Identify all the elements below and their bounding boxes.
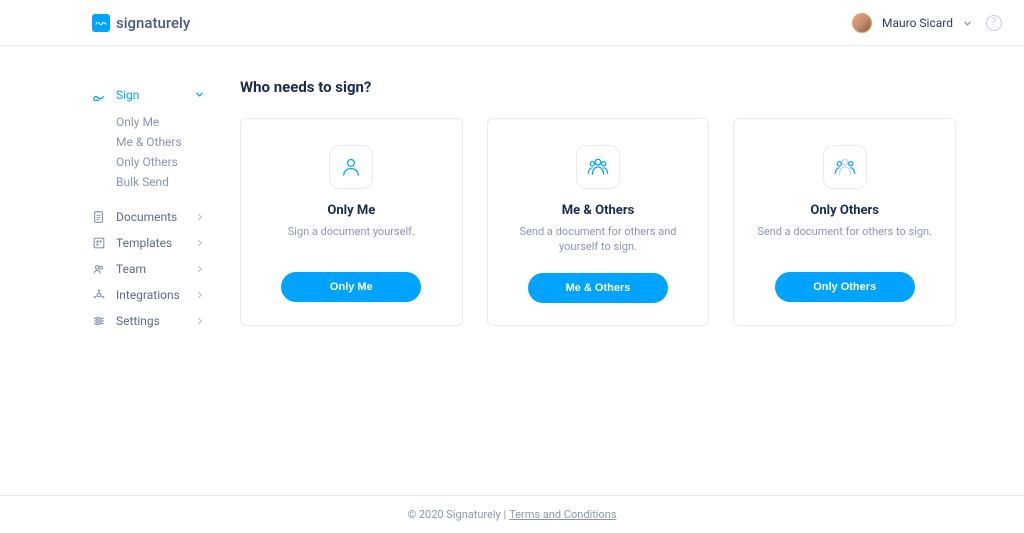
card-title: Only Me	[261, 203, 442, 218]
people-icon	[576, 145, 620, 189]
nav-label: Sign	[116, 88, 139, 102]
sidebar-item-integrations[interactable]: Integrations	[92, 282, 214, 308]
template-icon	[92, 236, 106, 250]
sidebar-item-sign[interactable]: Sign	[92, 82, 214, 108]
main-content: Who needs to sign? Only Me Sign a docume…	[214, 46, 1024, 495]
card-desc: Send a document for others to sign.	[754, 224, 935, 254]
chevron-right-icon	[196, 262, 204, 276]
settings-icon	[92, 314, 106, 328]
sidebar-sub-only-others[interactable]: Only Others	[116, 152, 214, 172]
terms-link[interactable]: Terms and Conditions	[509, 508, 616, 521]
user-menu[interactable]: Mauro Sicard ?	[852, 13, 1002, 33]
card-title: Me & Others	[508, 203, 689, 218]
chevron-right-icon	[196, 288, 204, 302]
chevron-right-icon	[196, 210, 204, 224]
sidebar-item-templates[interactable]: Templates	[92, 230, 214, 256]
sidebar-item-settings[interactable]: Settings	[92, 308, 214, 334]
sidebar-sub-me-others[interactable]: Me & Others	[116, 132, 214, 152]
nav-label: Integrations	[116, 288, 180, 302]
chevron-right-icon	[196, 314, 204, 328]
logo-text: signaturely	[116, 14, 190, 32]
body: Sign Only Me Me & Others Only Others Bul…	[0, 46, 1024, 495]
card-only-others[interactable]: Only Others Send a document for others t…	[733, 118, 956, 326]
card-desc: Send a document for others and yourself …	[508, 224, 689, 255]
chevron-down-icon	[195, 88, 204, 102]
footer: © 2020 Signaturely | Terms and Condition…	[0, 495, 1024, 533]
help-icon[interactable]: ?	[986, 15, 1002, 31]
person-icon	[329, 145, 373, 189]
sidebar-item-team[interactable]: Team	[92, 256, 214, 282]
chevron-right-icon	[196, 236, 204, 250]
card-only-me[interactable]: Only Me Sign a document yourself. Only M…	[240, 118, 463, 326]
sidebar-sub-only-me[interactable]: Only Me	[116, 112, 214, 132]
page-title: Who needs to sign?	[240, 78, 956, 96]
logo[interactable]: signaturely	[92, 14, 190, 32]
header: signaturely Mauro Sicard ?	[0, 0, 1024, 46]
nav-label: Settings	[116, 314, 160, 328]
sign-submenu: Only Me Me & Others Only Others Bulk Sen…	[92, 112, 214, 192]
only-others-button[interactable]: Only Others	[775, 272, 915, 302]
integrations-icon	[92, 288, 106, 302]
chevron-down-icon	[963, 13, 972, 32]
sidebar-item-documents[interactable]: Documents	[92, 204, 214, 230]
only-me-button[interactable]: Only Me	[281, 272, 421, 302]
sign-icon	[92, 88, 106, 102]
logo-mark-icon	[92, 14, 110, 32]
nav-label: Documents	[116, 210, 177, 224]
card-me-others[interactable]: Me & Others Send a document for others a…	[487, 118, 710, 326]
card-title: Only Others	[754, 203, 935, 218]
sidebar: Sign Only Me Me & Others Only Others Bul…	[0, 46, 214, 495]
sidebar-sub-bulk-send[interactable]: Bulk Send	[116, 172, 214, 192]
document-icon	[92, 210, 106, 224]
avatar	[852, 13, 872, 33]
me-others-button[interactable]: Me & Others	[528, 273, 668, 303]
team-icon	[92, 262, 106, 276]
nav-label: Templates	[116, 236, 172, 250]
others-icon	[823, 145, 867, 189]
nav-label: Team	[116, 262, 146, 276]
copyright: © 2020 Signaturely |	[407, 508, 506, 521]
user-name: Mauro Sicard	[882, 16, 953, 30]
signer-cards: Only Me Sign a document yourself. Only M…	[240, 118, 956, 326]
card-desc: Sign a document yourself.	[261, 224, 442, 254]
